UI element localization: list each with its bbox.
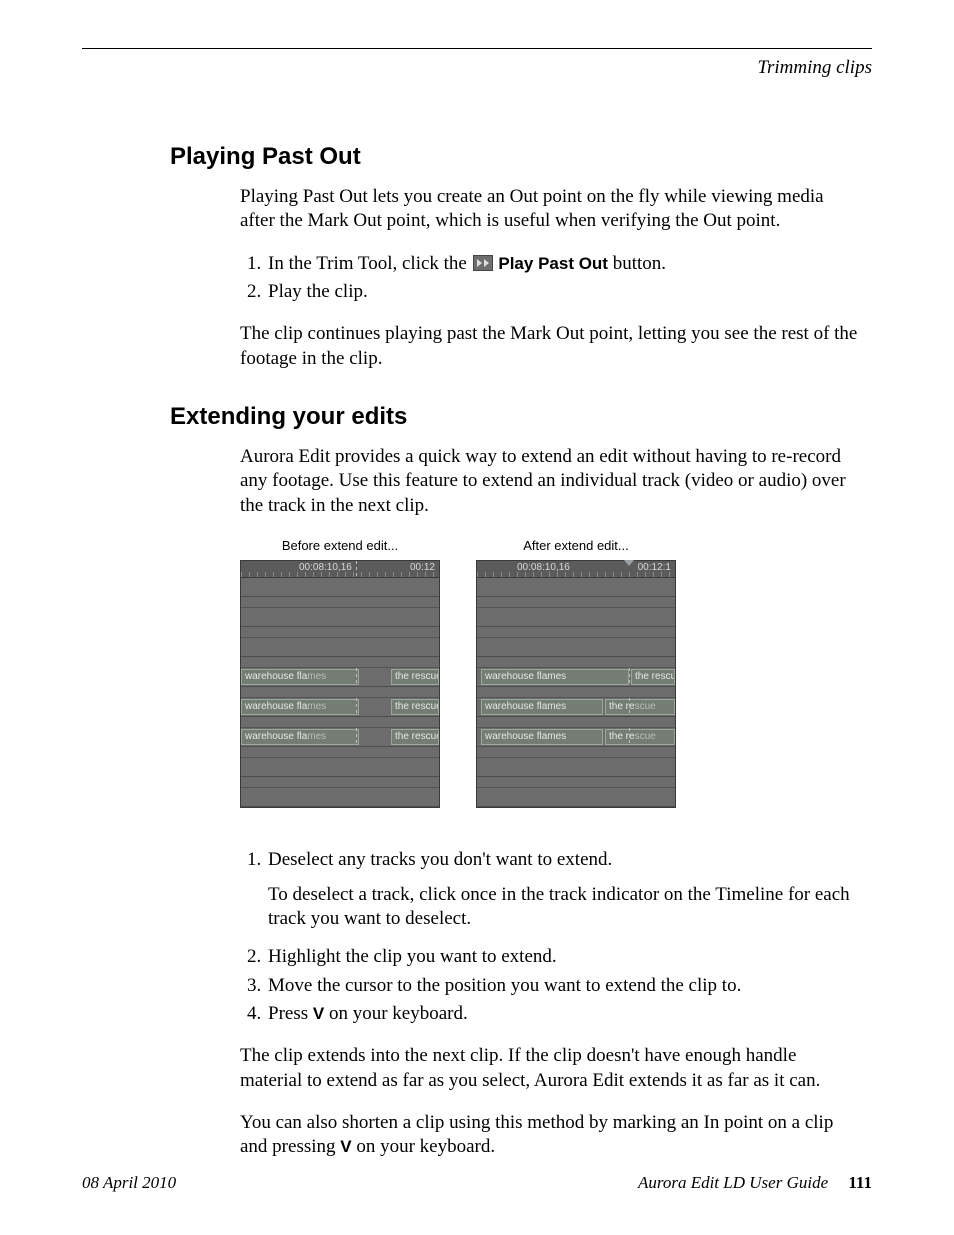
timeline-before-caption: Before extend edit... (240, 538, 440, 555)
footer-date: 08 April 2010 (82, 1173, 176, 1193)
timeline-track-a1: warehouse flames the rescue (241, 698, 439, 717)
page-footer: 08 April 2010 Aurora Edit LD User Guide … (82, 1173, 872, 1193)
play-past-out-label: Play Past Out (498, 254, 608, 273)
timeline-after-panel: After extend edit... 00:08:10,16 00:12:1 (476, 538, 676, 809)
timeline-track-empty (477, 578, 675, 597)
timeline-after: 00:08:10,16 00:12:1 warehouse flames the… (476, 560, 676, 808)
timeline-track-empty (241, 608, 439, 627)
steps-extend: Deselect any tracks you don't want to ex… (240, 848, 862, 1026)
timeline-after-caption: After extend edit... (476, 538, 676, 555)
timeline-track-empty (241, 578, 439, 597)
footer-book: Aurora Edit LD User Guide (638, 1173, 828, 1192)
step-ext-4: Press V on your keyboard. (266, 1002, 862, 1026)
timeline-track-empty (241, 758, 439, 777)
key-v: V (340, 1137, 351, 1156)
timeline-track-a2: warehouse flames the rescue (241, 728, 439, 747)
running-header: Trimming clips (82, 57, 872, 79)
timeline-track-empty (241, 788, 439, 807)
timeline-after-ruler: 00:08:10,16 00:12:1 (477, 561, 675, 578)
step-ppo-1-pre: In the Trim Tool, click the (268, 253, 472, 274)
heading-extending-edits: Extending your edits (170, 403, 872, 431)
para-ext-after2: You can also shorten a clip using this m… (240, 1111, 862, 1160)
para-ext-after1: The clip extends into the next clip. If … (240, 1044, 862, 1093)
step-ppo-2: Play the clip. (266, 280, 862, 304)
timeline-track-a2: warehouse flames the rescue (477, 728, 675, 747)
play-past-out-icon (473, 255, 493, 271)
key-v: V (313, 1004, 324, 1023)
para-ppo-intro: Playing Past Out lets you create an Out … (240, 185, 862, 234)
timeline-track-a1: warehouse flames the rescue (477, 698, 675, 717)
timeline-track-empty (477, 758, 675, 777)
timeline-track-empty (477, 638, 675, 657)
figure-extend-edit: Before extend edit... 00:08:10,16 00:12 (240, 538, 862, 809)
para-ppo-after: The clip continues playing past the Mark… (240, 322, 862, 371)
step-ext-1-sub: To deselect a track, click once in the t… (268, 883, 862, 932)
step-ext-1: Deselect any tracks you don't want to ex… (266, 848, 862, 931)
timeline-before-ruler: 00:08:10,16 00:12 (241, 561, 439, 578)
timeline-track-v: warehouse flames the rescue (477, 668, 675, 687)
footer-page-number: 111 (848, 1173, 872, 1192)
playhead-icon (624, 560, 634, 566)
steps-ppo: In the Trim Tool, click the Play Past Ou… (240, 252, 862, 305)
timeline-track-empty (241, 638, 439, 657)
step-ppo-1: In the Trim Tool, click the Play Past Ou… (266, 252, 862, 276)
timeline-track-empty (477, 788, 675, 807)
step-ext-2: Highlight the clip you want to extend. (266, 945, 862, 969)
timeline-track-v: warehouse flames the rescue (241, 668, 439, 687)
heading-playing-past-out: Playing Past Out (170, 143, 872, 171)
step-ext-3: Move the cursor to the position you want… (266, 974, 862, 998)
timeline-before: 00:08:10,16 00:12 warehouse flames the r… (240, 560, 440, 808)
para-ext-intro: Aurora Edit provides a quick way to exte… (240, 445, 862, 518)
timeline-track-empty (477, 608, 675, 627)
step-ppo-1-post: button. (613, 253, 666, 274)
timeline-before-panel: Before extend edit... 00:08:10,16 00:12 (240, 538, 440, 809)
top-rule (82, 48, 872, 49)
